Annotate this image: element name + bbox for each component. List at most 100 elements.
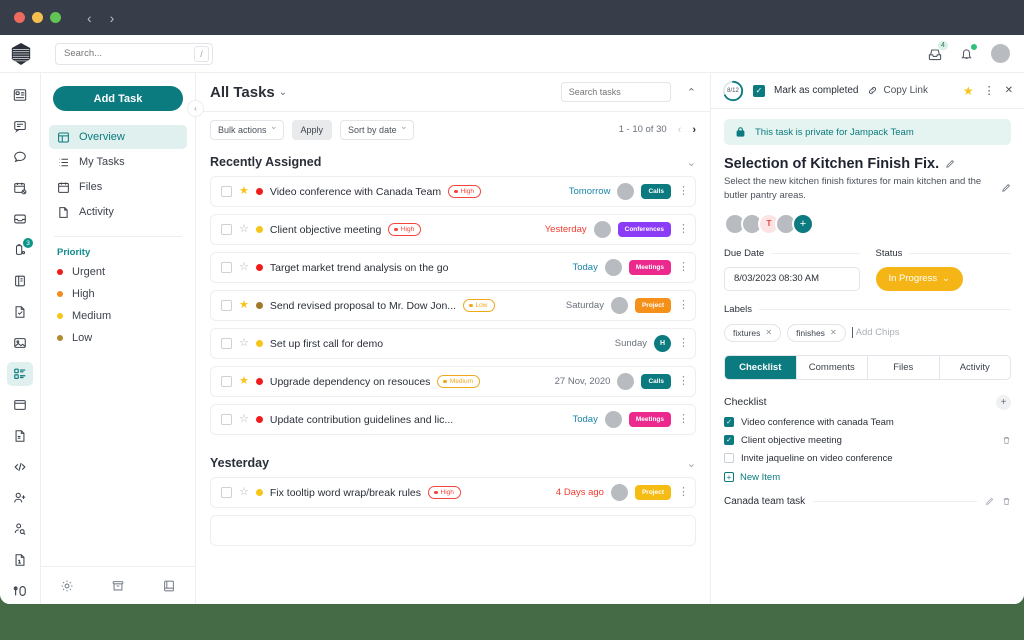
rail-dashboard-icon[interactable]: [7, 83, 33, 107]
search-tasks-input[interactable]: [560, 82, 671, 102]
search-input[interactable]: [55, 42, 213, 65]
label-chip[interactable]: finishes ✕: [787, 323, 846, 342]
chevron-down-icon[interactable]: ⌄: [687, 457, 696, 470]
prev-page-button[interactable]: ‹: [678, 124, 682, 136]
list-item[interactable]: Invite jaqueline on video conference: [724, 453, 1011, 464]
task-tag[interactable]: Meetings: [628, 260, 671, 275]
list-item[interactable]: ✓ Video conference with canada Team: [724, 417, 1011, 428]
bulk-actions-select[interactable]: Bulk actions: [210, 119, 284, 140]
rail-file-text-icon[interactable]: [7, 424, 33, 448]
rail-message-square-icon[interactable]: [7, 114, 33, 138]
task-tag[interactable]: Calls: [641, 184, 671, 199]
rail-user-add-icon[interactable]: [7, 486, 33, 510]
list-item[interactable]: ✓ Client objective meeting: [724, 435, 1011, 446]
remove-chip-icon[interactable]: ✕: [830, 328, 837, 337]
chevron-down-icon[interactable]: ⌄: [687, 156, 696, 169]
forward-button[interactable]: ›: [110, 11, 115, 25]
avatar[interactable]: [593, 221, 611, 238]
table-row[interactable]: ☆ Client objective meeting High Yesterda…: [210, 214, 696, 245]
row-menu-icon[interactable]: ⋮: [678, 487, 689, 498]
priority-item-urgent[interactable]: Urgent: [41, 261, 195, 283]
star-icon[interactable]: ☆: [239, 262, 249, 273]
rail-widgets-icon[interactable]: [7, 579, 33, 603]
inbox-icon[interactable]: 4: [927, 40, 948, 62]
checklist-checkbox[interactable]: [724, 453, 734, 464]
table-row[interactable]: [210, 515, 696, 546]
mark-completed-checkbox[interactable]: ✓: [753, 84, 765, 97]
row-menu-icon[interactable]: ⋮: [678, 262, 689, 273]
tab-activity[interactable]: Activity: [940, 356, 1011, 379]
table-row[interactable]: ☆ Target market trend analysis on the go…: [210, 252, 696, 283]
rail-file-check-icon[interactable]: [7, 300, 33, 324]
table-row[interactable]: ☆ Set up first call for demo Sunday H ⋮: [210, 328, 696, 359]
gear-icon[interactable]: [60, 579, 74, 593]
table-row[interactable]: ★ Upgrade dependency on resouces Medium …: [210, 366, 696, 397]
apply-button[interactable]: Apply: [291, 119, 333, 140]
add-assignee-button[interactable]: +: [792, 212, 814, 235]
tab-checklist[interactable]: Checklist: [725, 355, 797, 379]
rail-calendar-cancel-icon[interactable]: [7, 176, 33, 200]
checklist-checkbox[interactable]: ✓: [724, 417, 734, 428]
mark-completed-label[interactable]: Mark as completed: [774, 85, 858, 96]
book-icon[interactable]: [162, 579, 176, 593]
rail-panel-icon[interactable]: [7, 269, 33, 293]
tab-comments[interactable]: Comments: [797, 355, 868, 379]
avatar[interactable]: [604, 411, 622, 428]
sidebar-item-files[interactable]: Files: [49, 175, 187, 199]
avatar[interactable]: [610, 297, 628, 314]
task-checkbox[interactable]: [221, 487, 232, 498]
rail-chat-bubble-icon[interactable]: [7, 145, 33, 169]
sidebar-item-my-tasks[interactable]: My Tasks: [49, 150, 187, 174]
maximize-window-button[interactable]: [50, 12, 61, 23]
table-row[interactable]: ★ Send revised proposal to Mr. Dow Jon..…: [210, 290, 696, 321]
table-row[interactable]: ★ Video conference with Canada Team High…: [210, 176, 696, 207]
favorite-star-icon[interactable]: ★: [963, 84, 974, 98]
task-list[interactable]: Recently Assigned ⌄ ★ Video conference w…: [196, 147, 710, 604]
back-button[interactable]: ‹: [87, 11, 92, 25]
delete-subsection-icon[interactable]: [1002, 497, 1011, 506]
edit-subsection-icon[interactable]: [985, 497, 994, 506]
sort-by-select[interactable]: Sort by date: [340, 119, 414, 140]
priority-item-high[interactable]: High: [41, 283, 195, 305]
row-menu-icon[interactable]: ⋮: [678, 186, 689, 197]
next-page-button[interactable]: ›: [692, 124, 696, 136]
avatar[interactable]: [610, 484, 628, 501]
copy-link-button[interactable]: Copy Link: [867, 85, 928, 96]
avatar[interactable]: [604, 259, 622, 276]
task-tag[interactable]: Conferences: [617, 222, 671, 237]
edit-description-icon[interactable]: [1001, 183, 1011, 193]
minimize-window-button[interactable]: [32, 12, 43, 23]
checklist-checkbox[interactable]: ✓: [724, 435, 734, 446]
panel-toggle-icon[interactable]: ⌃: [687, 86, 696, 99]
task-tag[interactable]: Meetings: [628, 412, 671, 427]
rail-window-icon[interactable]: [7, 393, 33, 417]
task-checkbox[interactable]: [221, 376, 232, 387]
task-group-header[interactable]: Recently Assigned ⌄: [210, 147, 696, 176]
user-avatar[interactable]: [991, 44, 1010, 63]
task-group-header[interactable]: Yesterday ⌄: [210, 442, 696, 477]
tab-files[interactable]: Files: [868, 355, 940, 379]
sidebar-collapse-button[interactable]: ‹: [187, 100, 204, 117]
table-row[interactable]: ☆ Update contribution guidelines and lic…: [210, 404, 696, 435]
close-panel-icon[interactable]: ✕: [1005, 85, 1013, 96]
row-menu-icon[interactable]: ⋮: [678, 338, 689, 349]
avatar[interactable]: H: [654, 335, 671, 352]
rail-code-icon[interactable]: [7, 455, 33, 479]
avatar[interactable]: [617, 373, 635, 390]
label-chip[interactable]: fixtures ✕: [724, 323, 782, 342]
star-icon[interactable]: ☆: [239, 414, 249, 425]
row-menu-icon[interactable]: ⋮: [678, 224, 689, 235]
table-row[interactable]: ☆ Fix tooltip word wrap/break rules High…: [210, 477, 696, 508]
task-checkbox[interactable]: [221, 300, 232, 311]
task-tag[interactable]: Project: [634, 298, 671, 313]
due-date-input[interactable]: 8/03/2023 08:30 AM: [724, 266, 860, 291]
rail-tasks-icon[interactable]: [7, 362, 33, 386]
sidebar-item-overview[interactable]: Overview: [49, 125, 187, 149]
task-checkbox[interactable]: [221, 186, 232, 197]
delete-checklist-item-icon[interactable]: [1002, 436, 1011, 445]
star-icon[interactable]: ☆: [239, 224, 249, 235]
rail-image-icon[interactable]: [7, 331, 33, 355]
detail-menu-icon[interactable]: ⋮: [984, 84, 995, 97]
add-checklist-button[interactable]: +: [996, 394, 1011, 410]
priority-item-medium[interactable]: Medium: [41, 305, 195, 327]
